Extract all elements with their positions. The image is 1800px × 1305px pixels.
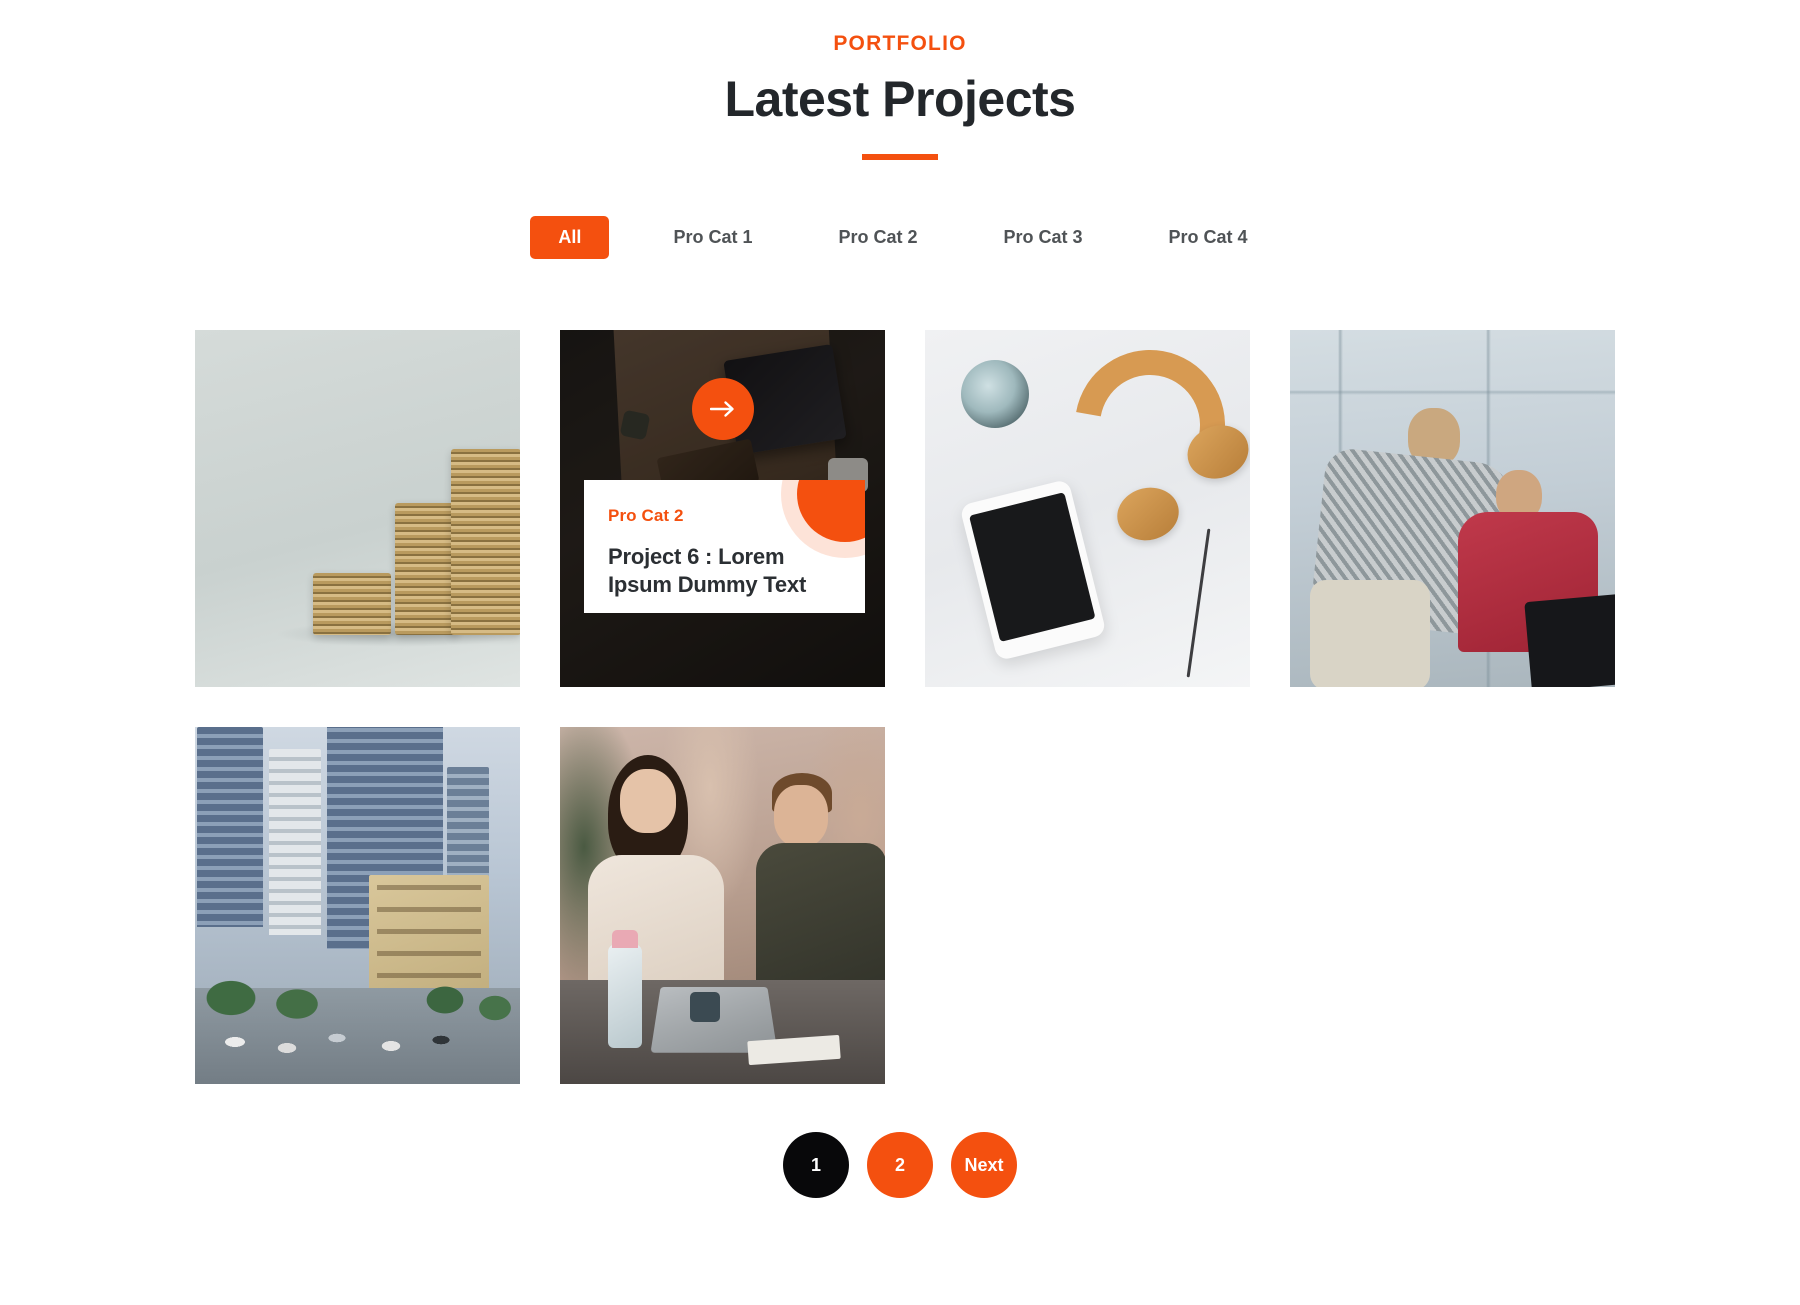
section-eyebrow: PORTFOLIO [833, 32, 967, 55]
filter-tab-all[interactable]: All [530, 216, 610, 259]
arrow-right-icon[interactable] [691, 378, 754, 440]
pagination-page-2[interactable]: 2 [867, 1132, 933, 1198]
project-card[interactable] [560, 727, 885, 1084]
pagination-next-button[interactable]: Next [951, 1132, 1017, 1198]
project-image-meeting [560, 727, 885, 1084]
project-card[interactable] [1290, 330, 1615, 687]
project-title[interactable]: Project 6 : Lorem Ipsum Dummy Text [608, 543, 839, 599]
project-image-coins [195, 330, 520, 687]
project-grid: Pro Cat 2 Project 6 : Lorem Ipsum Dummy … [195, 330, 1615, 1084]
pagination: 1 2 Next [0, 1132, 1800, 1198]
section-header: PORTFOLIO Latest Projects [0, 0, 1800, 160]
filter-tab-pro-cat-2[interactable]: Pro Cat 2 [816, 216, 939, 259]
project-category-label[interactable]: Pro Cat 2 [608, 506, 839, 526]
pagination-page-1[interactable]: 1 [783, 1132, 849, 1198]
title-divider [862, 154, 938, 160]
project-image-office [1290, 330, 1615, 687]
portfolio-page: PORTFOLIO Latest Projects All Pro Cat 1 … [0, 0, 1800, 1305]
page-title: Latest Projects [724, 71, 1076, 127]
filter-tab-pro-cat-3[interactable]: Pro Cat 3 [982, 216, 1105, 259]
project-card[interactable] [195, 330, 520, 687]
project-image-city [195, 727, 520, 1084]
project-image-headphones [925, 330, 1250, 687]
project-card[interactable] [195, 727, 520, 1084]
portfolio-filter-tabs: All Pro Cat 1 Pro Cat 2 Pro Cat 3 Pro Ca… [0, 216, 1800, 259]
filter-tab-pro-cat-4[interactable]: Pro Cat 4 [1147, 216, 1270, 259]
project-card-featured[interactable]: Pro Cat 2 Project 6 : Lorem Ipsum Dummy … [560, 330, 885, 687]
project-card[interactable] [925, 330, 1250, 687]
filter-tab-pro-cat-1[interactable]: Pro Cat 1 [651, 216, 774, 259]
project-info-panel: Pro Cat 2 Project 6 : Lorem Ipsum Dummy … [584, 480, 865, 613]
